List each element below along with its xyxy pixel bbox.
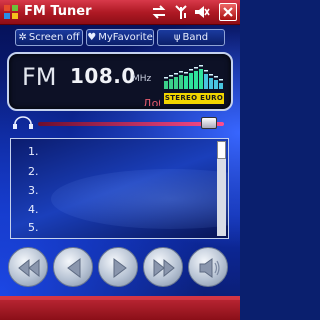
rds-text: Добро — [143, 92, 160, 106]
tab-band-label: Band — [182, 32, 209, 43]
spectrum-peak — [219, 79, 223, 81]
spectrum-peak — [209, 74, 213, 76]
volume-status-icon[interactable] — [193, 3, 211, 21]
spectrum-bar — [189, 73, 193, 89]
prev-icon — [67, 258, 81, 278]
fm-tuner-app: FM Tuner ✲ Screen off ♥ MyFavorite ψ Band — [0, 0, 240, 320]
rds-text-value: Добро — [143, 97, 160, 106]
tab-my-favorite[interactable]: ♥ MyFavorite — [86, 29, 154, 46]
mute-button[interactable] — [188, 247, 228, 287]
fast-forward-icon — [153, 258, 175, 278]
spectrum-peak — [164, 77, 168, 79]
rewind-button[interactable] — [8, 247, 48, 287]
spectrum-peak — [184, 72, 188, 74]
list-item[interactable]: 2. — [28, 165, 39, 178]
app-title: FM Tuner — [24, 4, 92, 19]
spectrum-bar — [169, 79, 173, 89]
frequency-unit: MHz — [132, 74, 152, 84]
spectrum-bar — [219, 83, 223, 89]
signal-antenna-icon[interactable] — [172, 3, 190, 21]
spectrum-bar — [214, 80, 218, 89]
heart-icon: ♥ — [87, 32, 97, 43]
favorites-list: 1. 2. 3. 4. 5. — [10, 138, 229, 239]
frequency-value: 108.0 — [70, 64, 136, 88]
bottom-bar — [0, 296, 240, 320]
list-item[interactable]: 1. — [28, 145, 39, 158]
list-item[interactable]: 3. — [28, 184, 39, 197]
list-item[interactable]: 5. — [28, 221, 39, 234]
tab-bar: ✲ Screen off ♥ MyFavorite ψ Band — [0, 29, 240, 47]
signal-spectrum — [164, 65, 223, 89]
tab-screen-off[interactable]: ✲ Screen off — [15, 29, 83, 46]
list-item[interactable]: 4. — [28, 203, 39, 216]
bottom-bar-shine — [0, 296, 240, 300]
spectrum-bar — [194, 71, 198, 89]
spectrum-peak — [179, 71, 183, 73]
title-bar: FM Tuner — [0, 0, 240, 25]
spectrum-peak — [199, 65, 203, 67]
gear-icon: ✲ — [18, 32, 27, 43]
headphone-icon — [13, 116, 33, 129]
spectrum-bar — [164, 81, 168, 89]
band-label: FM — [22, 63, 57, 91]
tab-screen-off-label: Screen off — [28, 32, 80, 43]
spectrum-peak — [174, 73, 178, 75]
play-button[interactable] — [98, 247, 138, 287]
antenna-icon: ψ — [173, 32, 181, 43]
windows-start-icon[interactable] — [3, 4, 19, 20]
spectrum-bar — [209, 78, 213, 89]
fast-forward-button[interactable] — [143, 247, 183, 287]
spectrum-peak — [204, 70, 208, 72]
spectrum-peak — [169, 75, 173, 77]
connectivity-icon[interactable] — [150, 3, 168, 21]
spectrum-bar — [179, 75, 183, 89]
tab-band[interactable]: ψ Band — [157, 29, 225, 46]
list-decoration — [51, 169, 228, 229]
speaker-icon — [199, 258, 220, 278]
spectrum-peak — [194, 67, 198, 69]
tab-my-favorite-label: MyFavorite — [98, 32, 153, 43]
volume-slider-thumb[interactable] — [201, 117, 218, 129]
spectrum-peak — [214, 76, 218, 78]
stereo-badge: STEREO EURO — [164, 93, 224, 104]
rewind-icon — [18, 258, 40, 278]
spectrum-bar — [174, 77, 178, 89]
volume-track[interactable] — [38, 122, 224, 126]
frequency-display: FM 108.0 MHz Добро STEREO EURO — [7, 52, 233, 111]
list-scroll-thumb[interactable] — [217, 141, 226, 159]
close-button[interactable] — [219, 3, 237, 21]
close-icon — [223, 7, 233, 17]
spectrum-bar — [199, 69, 203, 89]
playback-controls — [0, 241, 240, 297]
volume-control — [0, 114, 240, 134]
prev-button[interactable] — [53, 247, 93, 287]
spectrum-peak — [189, 69, 193, 71]
spectrum-bar — [184, 76, 188, 89]
play-icon — [113, 258, 127, 278]
spectrum-bar — [204, 74, 208, 89]
